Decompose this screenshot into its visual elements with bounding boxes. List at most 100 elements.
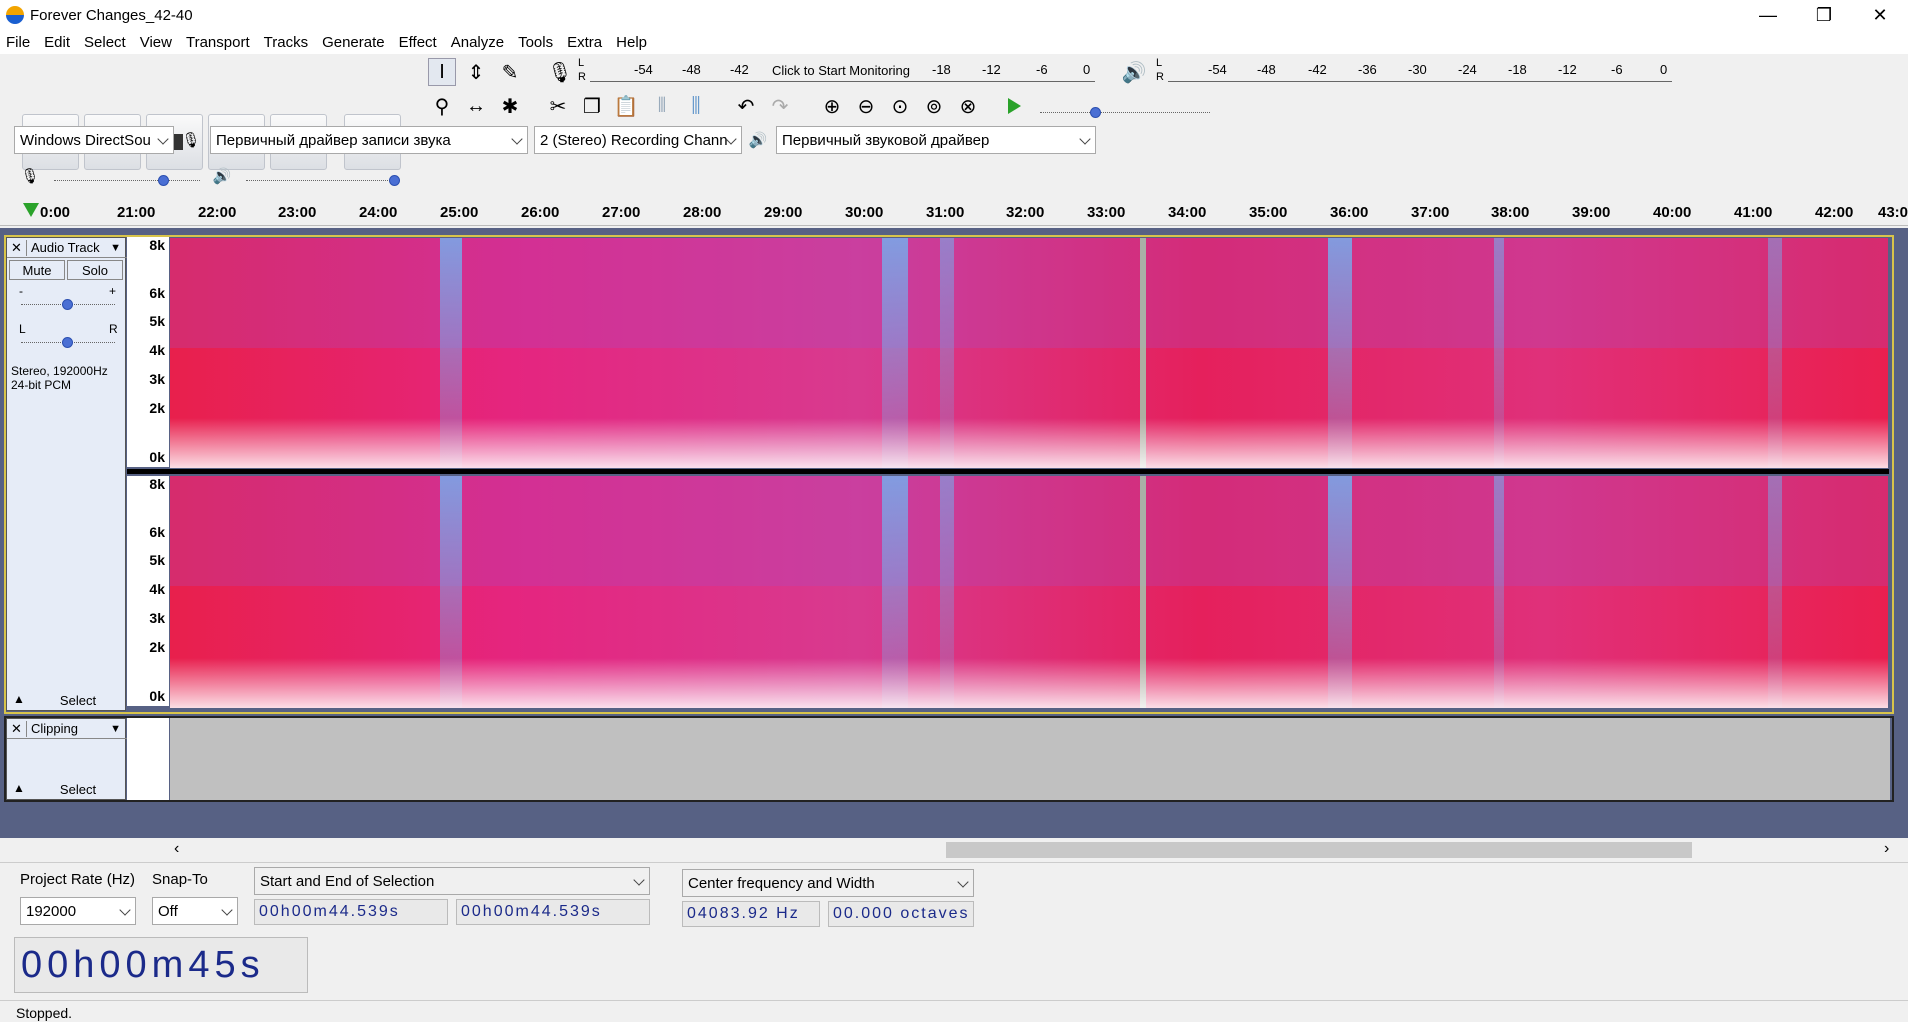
fit-project-button[interactable]: ⊚ (920, 92, 948, 120)
ruler-label: 40:00 (1653, 204, 1692, 221)
close-track-icon[interactable]: ✕ (7, 239, 27, 256)
recording-device-select[interactable]: Первичный драйвер записи звука (210, 126, 528, 154)
play-speed-slider[interactable] (1040, 112, 1210, 114)
snap-to-select[interactable]: Off (152, 897, 238, 925)
scroll-left-icon[interactable]: ‹ (174, 840, 179, 858)
menu-effect[interactable]: Effect (399, 34, 437, 51)
record-meter[interactable]: -54 -48 -42 Click to Start Monitoring -1… (590, 58, 1095, 82)
time-toolbar[interactable]: 00h00m45s (14, 937, 308, 993)
playback-volume-thumb[interactable] (389, 175, 400, 186)
mute-button[interactable]: Mute (9, 260, 65, 280)
spectrogram-left-channel[interactable] (170, 238, 1888, 468)
silence-button[interactable]: ⫼ (682, 92, 710, 120)
recording-channels-value: 2 (Stereo) Recording Chann (540, 131, 728, 149)
close-track-icon[interactable]: ✕ (7, 720, 27, 737)
play-scale-tick: -6 (1611, 62, 1623, 77)
pan-slider-thumb[interactable] (62, 337, 73, 348)
gain-slider-thumb[interactable] (62, 299, 73, 310)
bandwidth-field[interactable]: 00.000 octaves (828, 901, 974, 927)
menu-file[interactable]: File (6, 34, 30, 51)
timeline-ruler[interactable]: 0:00 21:00 22:00 23:00 24:00 25:00 26:00… (0, 196, 1908, 226)
select-track-button[interactable]: Select (33, 690, 123, 710)
menu-analyze[interactable]: Analyze (451, 34, 504, 51)
menu-select[interactable]: Select (84, 34, 126, 51)
label-track-control-panel[interactable]: ✕ Clipping ▼ ▲ Select (6, 718, 127, 800)
ruler-label: 27:00 (602, 204, 641, 221)
scrollbar-thumb[interactable] (946, 842, 1692, 858)
record-meter-button[interactable]: 🎙 (546, 58, 574, 86)
gain-plus-label: + (109, 284, 117, 298)
close-button[interactable]: ✕ (1852, 0, 1908, 30)
recording-volume-thumb[interactable] (158, 175, 169, 186)
zoom-in-button[interactable]: ⊕ (818, 92, 846, 120)
project-rate-select[interactable]: 192000 (20, 897, 136, 925)
horizontal-scrollbar[interactable]: ‹ › (0, 838, 1908, 862)
dropdown-triangle-icon[interactable]: ▼ (110, 242, 127, 254)
copy-button[interactable]: ❐ (578, 92, 606, 120)
selection-mode-select[interactable]: Start and End of Selection (254, 867, 650, 895)
ruler-label: 21:00 (117, 204, 156, 221)
cut-button[interactable]: ✂ (544, 92, 572, 120)
menu-view[interactable]: View (140, 34, 172, 51)
center-frequency-value: 04083.92 Hz (687, 905, 800, 922)
selection-tool-button[interactable]: Ι (428, 58, 456, 86)
minimize-button[interactable]: — (1740, 0, 1796, 30)
zoom-tool-button[interactable]: ⚲ (428, 92, 456, 120)
playback-meter[interactable]: -54 -48 -42 -36 -30 -24 -18 -12 -6 0 (1168, 58, 1672, 82)
menu-edit[interactable]: Edit (44, 34, 70, 51)
audio-track-control-panel[interactable]: ✕ Audio Track ▼ Mute Solo - + L R Stereo… (6, 237, 127, 711)
menu-tracks[interactable]: Tracks (264, 34, 308, 51)
selection-start-time[interactable]: 00h00m44.539s (254, 899, 448, 925)
zoom-toggle-button[interactable]: ⊗ (954, 92, 982, 120)
silence-icon: ⫼ (691, 94, 701, 117)
playback-volume-slider[interactable] (246, 180, 394, 182)
frequency-axis-right-channel[interactable]: 8k 6k 5k 4k 3k 2k 0k (127, 476, 169, 706)
envelope-icon: ⇕ (467, 61, 485, 84)
trim-button[interactable]: ⫴ (648, 92, 676, 120)
menu-tools[interactable]: Tools (518, 34, 553, 51)
menu-extra[interactable]: Extra (567, 34, 602, 51)
paste-button[interactable]: 📋 (612, 92, 640, 120)
i-beam-icon: Ι (439, 60, 445, 83)
envelope-tool-button[interactable]: ⇕ (462, 58, 490, 86)
audio-host-select[interactable]: Windows DirectSou (14, 126, 174, 154)
spectrogram-right-channel[interactable] (170, 476, 1888, 708)
scroll-right-icon[interactable]: › (1884, 840, 1889, 858)
selection-end-time[interactable]: 00h00m44.539s (456, 899, 650, 925)
collapse-track-icon[interactable]: ▲ (13, 781, 25, 795)
undo-button[interactable]: ↶ (732, 92, 760, 120)
timeshift-tool-button[interactable]: ↔ (462, 92, 490, 120)
menu-transport[interactable]: Transport (186, 34, 250, 51)
dropdown-triangle-icon[interactable]: ▼ (110, 723, 127, 735)
recording-channels-select[interactable]: 2 (Stereo) Recording Chann (534, 126, 742, 154)
redo-button[interactable]: ↷ (766, 92, 794, 120)
playback-device-select[interactable]: Первичный звуковой драйвер (776, 126, 1096, 154)
fit-selection-button[interactable]: ⊙ (886, 92, 914, 120)
spectral-selection-mode-select[interactable]: Center frequency and Width (682, 869, 974, 897)
frequency-axis-left-channel[interactable]: 8k 6k 5k 4k 3k 2k 0k (127, 237, 169, 467)
play-at-speed-button[interactable] (1000, 92, 1028, 120)
select-label-track-button[interactable]: Select (33, 779, 123, 799)
menu-generate[interactable]: Generate (322, 34, 385, 51)
multi-tool-button[interactable]: ✱ (496, 92, 524, 120)
play-speed-thumb[interactable] (1090, 107, 1101, 118)
center-frequency-field[interactable]: 04083.92 Hz (682, 901, 820, 927)
microphone-icon: 🎙 (20, 168, 40, 185)
solo-button[interactable]: Solo (67, 260, 123, 280)
play-head-triangle-icon (23, 203, 39, 217)
track-name-menu[interactable]: Audio Track (27, 240, 110, 255)
ruler-label: 28:00 (683, 204, 722, 221)
play-meter-button[interactable]: 🔊 (1120, 58, 1148, 86)
tracks-area[interactable]: ✕ Audio Track ▼ Mute Solo - + L R Stereo… (0, 228, 1908, 838)
zoom-out-button[interactable]: ⊖ (852, 92, 880, 120)
collapse-track-icon[interactable]: ▲ (13, 692, 25, 706)
draw-tool-button[interactable]: ✎ (496, 58, 524, 86)
label-track-name-menu[interactable]: Clipping (27, 721, 110, 736)
monitor-label[interactable]: Click to Start Monitoring (772, 63, 910, 78)
paste-icon: 📋 (613, 95, 639, 118)
recording-volume-slider[interactable] (54, 180, 200, 182)
play-at-speed-icon (1008, 98, 1021, 114)
maximize-button[interactable]: ❐ (1796, 0, 1852, 30)
label-track-area[interactable] (170, 718, 1890, 800)
menu-help[interactable]: Help (616, 34, 647, 51)
